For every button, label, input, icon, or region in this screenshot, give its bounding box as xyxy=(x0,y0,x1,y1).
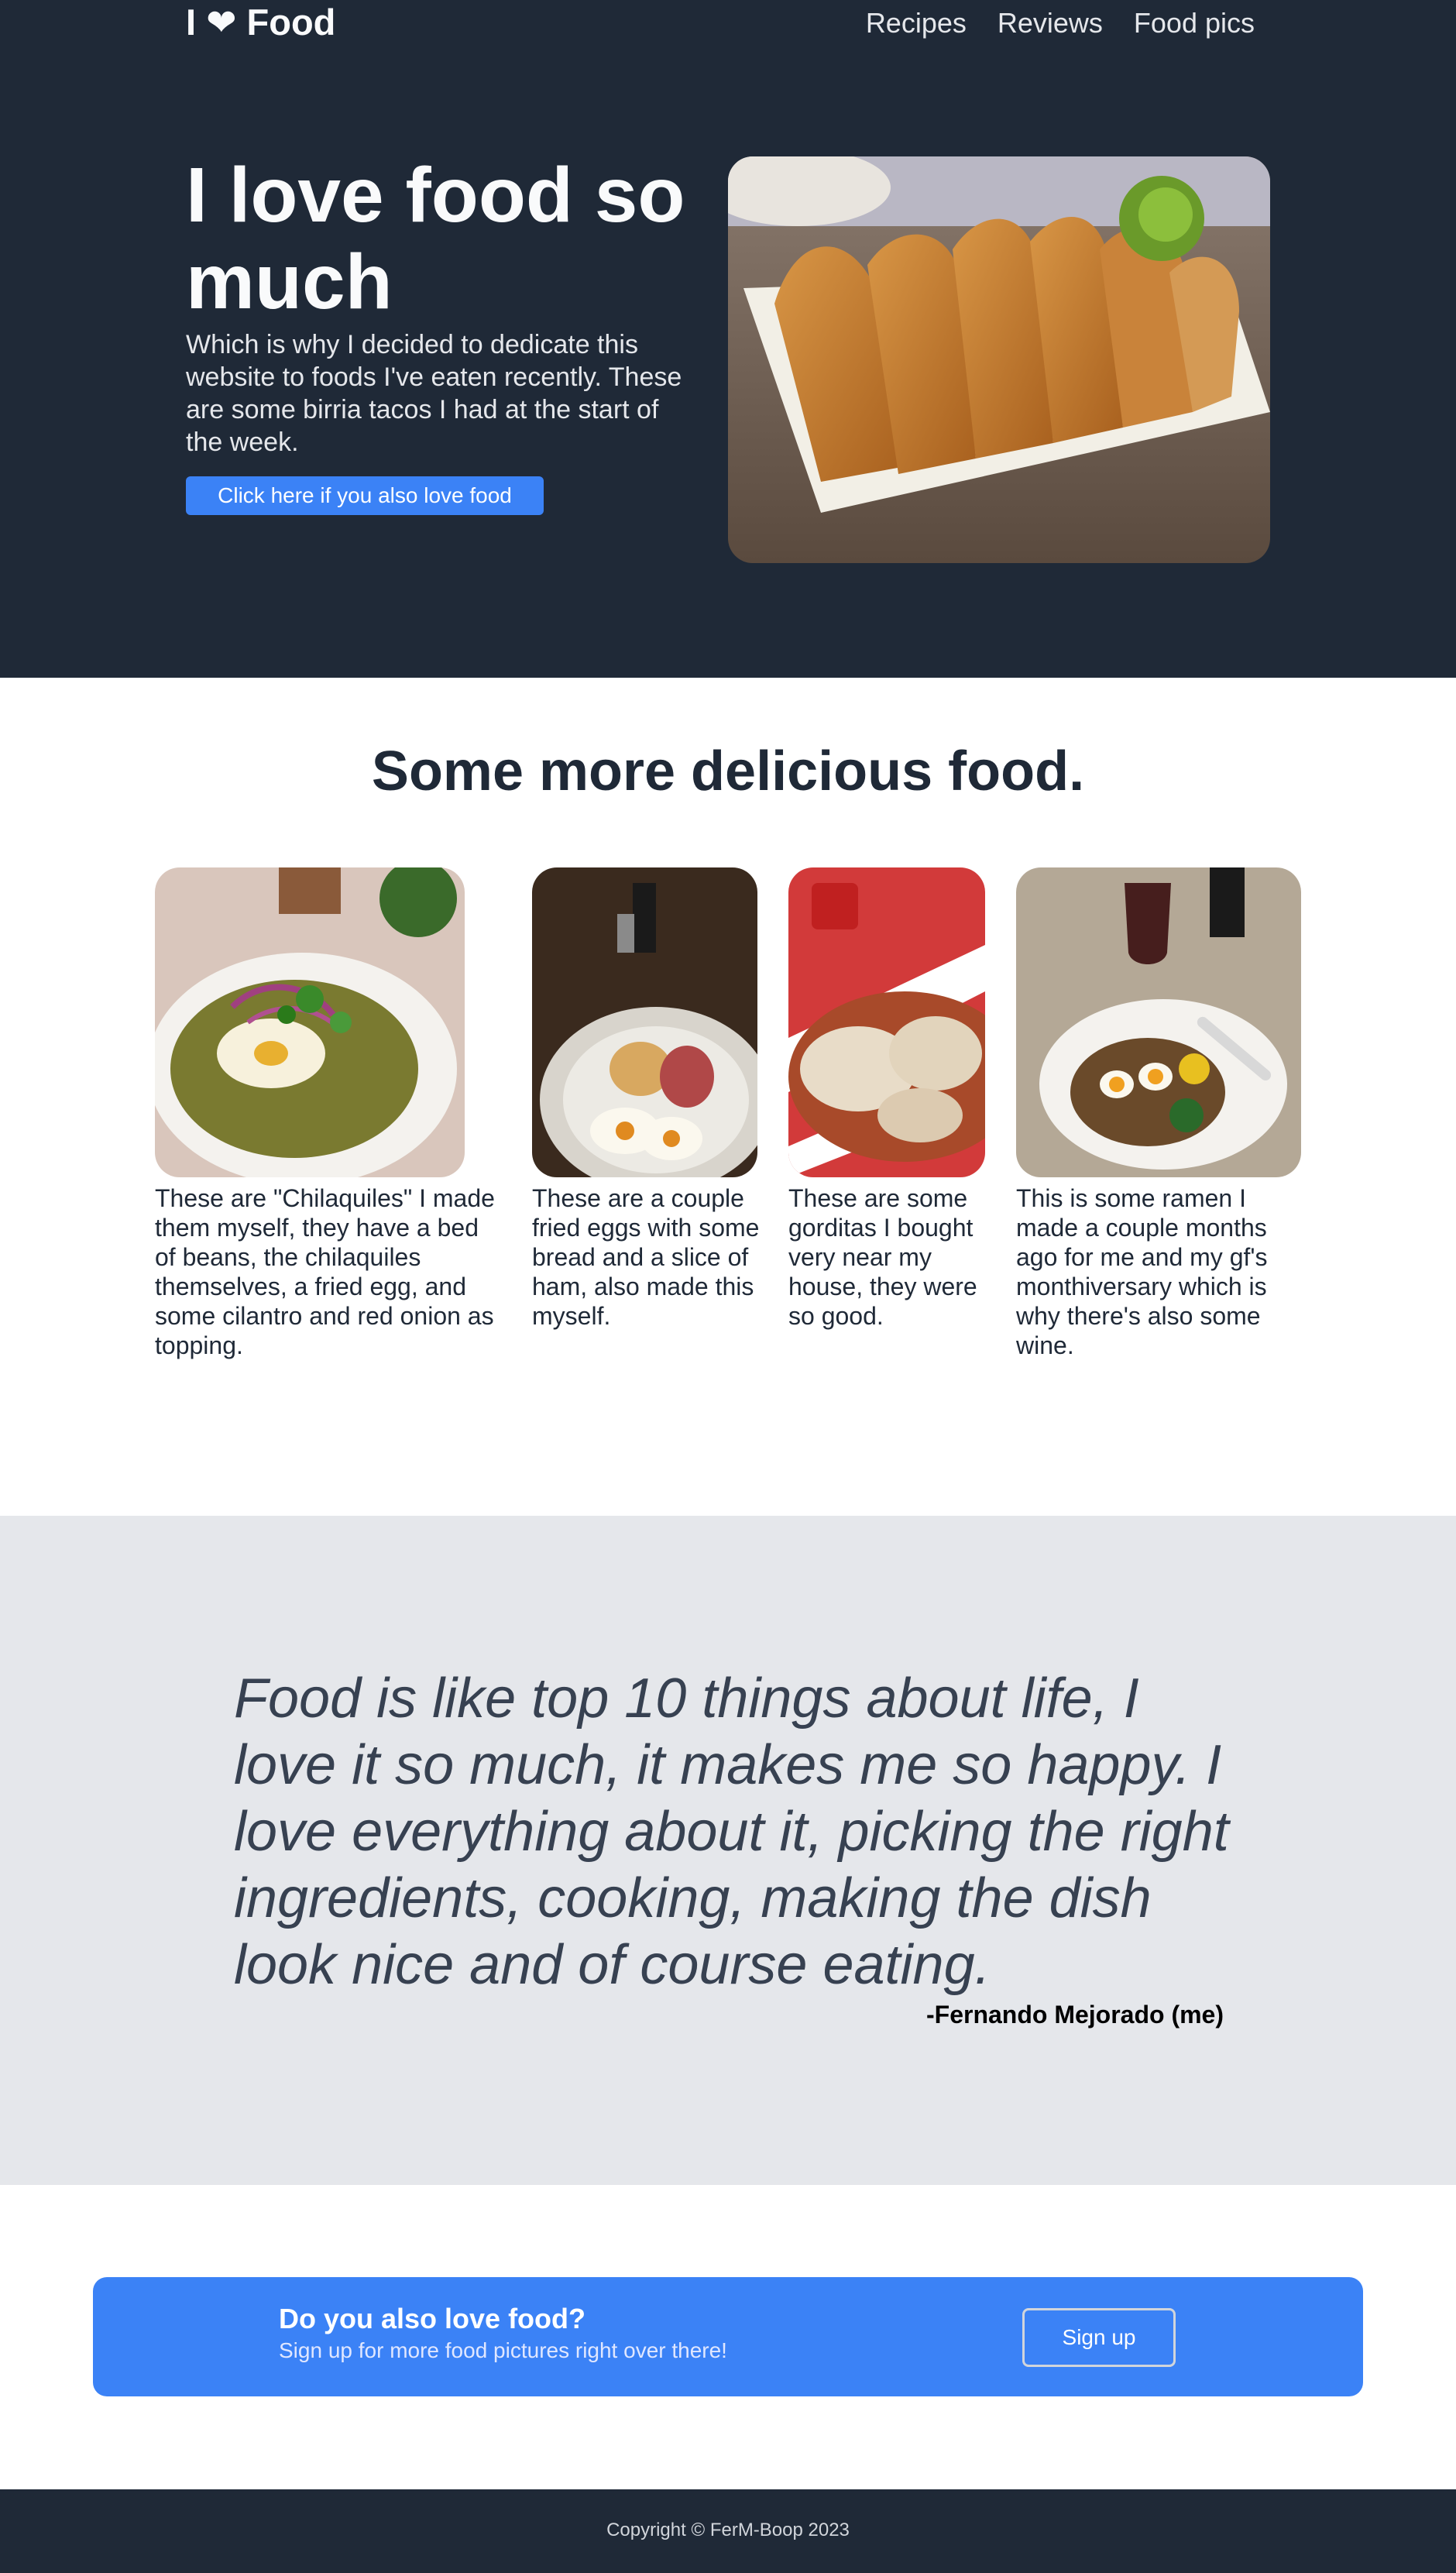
copyright-text: Copyright © FerM-Boop 2023 xyxy=(606,2520,850,2540)
fried-eggs-photo xyxy=(532,867,757,1177)
gallery-card-ramen: This is some ramen I made a couple month… xyxy=(1016,867,1303,1360)
love-food-button[interactable]: Click here if you also love food xyxy=(186,476,544,515)
footer: Copyright © FerM-Boop 2023 xyxy=(0,2489,1456,2573)
ramen-photo xyxy=(1016,867,1301,1177)
gallery-title: Some more delicious food. xyxy=(371,740,1085,802)
birria-tacos-photo xyxy=(728,156,1270,563)
hero-section: I ❤ Food Recipes Reviews Food pics I lov… xyxy=(0,0,1456,678)
quote-text: Food is like top 10 things about life, I… xyxy=(234,1668,1229,1996)
chilaquiles-photo xyxy=(155,867,465,1177)
nav-link-recipes[interactable]: Recipes xyxy=(866,0,967,46)
ramen-caption: This is some ramen I made a couple month… xyxy=(1016,1184,1268,1359)
nav-link-food-pics[interactable]: Food pics xyxy=(1134,0,1255,46)
gallery-card-chilaquiles: These are "Chilaquiles" I made them myse… xyxy=(155,867,496,1360)
navbar: I ❤ Food Recipes Reviews Food pics xyxy=(0,0,1456,46)
site-logo[interactable]: I ❤ Food xyxy=(186,0,335,45)
hero-description: Which is why I decided to dedicate this … xyxy=(186,330,682,457)
nav-links: Recipes Reviews Food pics xyxy=(866,0,1255,46)
cta-subtitle: Sign up for more food pictures right ove… xyxy=(279,2338,727,2362)
gorditas-caption: These are some gorditas I bought very ne… xyxy=(788,1184,977,1330)
gorditas-photo xyxy=(788,867,985,1177)
hero-title: I love food so much xyxy=(186,152,685,325)
fried-eggs-caption: These are a couple fried eggs with some … xyxy=(532,1184,760,1330)
nav-link-reviews[interactable]: Reviews xyxy=(998,0,1103,46)
signup-button[interactable]: Sign up xyxy=(1022,2308,1176,2367)
cta-title: Do you also love food? xyxy=(279,2303,586,2334)
chilaquiles-caption: These are "Chilaquiles" I made them myse… xyxy=(155,1184,495,1359)
signup-cta: Do you also love food? Sign up for more … xyxy=(93,2277,1363,2396)
gallery-card-fried-eggs: These are a couple fried eggs with some … xyxy=(532,867,764,1331)
quote-author: -Fernando Mejorado (me) xyxy=(925,2001,1224,2029)
gallery-card-gorditas: These are some gorditas I bought very ne… xyxy=(788,867,990,1331)
